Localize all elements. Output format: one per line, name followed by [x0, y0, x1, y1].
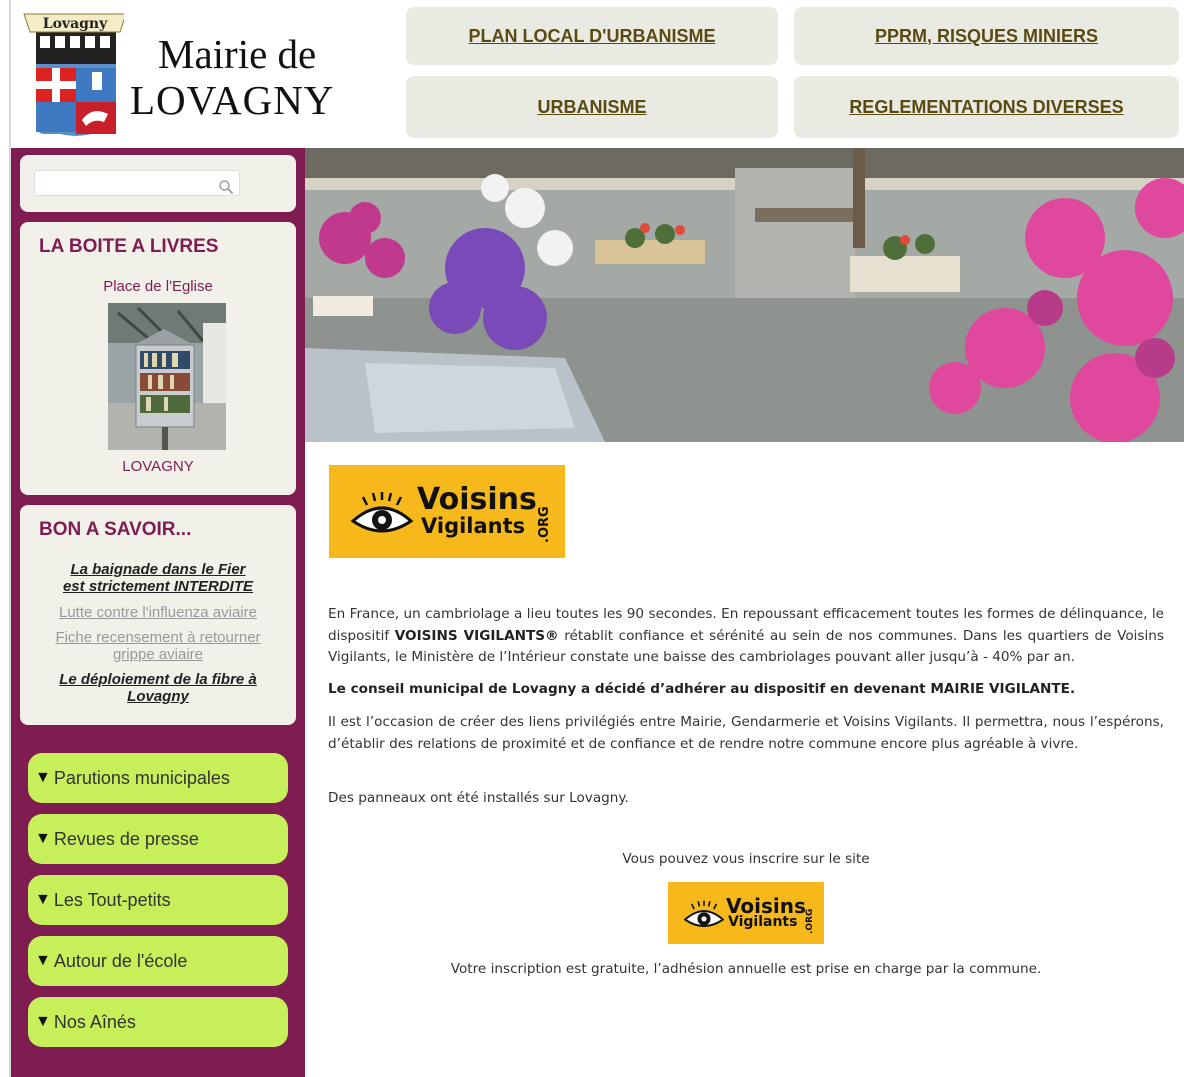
- boite-caption: LOVAGNY: [122, 458, 194, 475]
- intro-bold-text: VOISINS VIGILANTS®: [394, 627, 559, 644]
- logo-text-vigilants: Vigilants: [421, 514, 526, 538]
- search-input[interactable]: [34, 170, 240, 196]
- nav-link-reglementations-diverses[interactable]: REGLEMENTATIONS DIVERSES: [849, 97, 1123, 118]
- menu-label: Revues de presse: [53, 828, 199, 849]
- search-box: [20, 155, 296, 212]
- nav-box-urbanisme: URBANISME: [406, 76, 778, 138]
- news-link-baignade[interactable]: La baignade dans le Fier est strictement…: [48, 561, 268, 595]
- news-link-influenza[interactable]: Lutte contre l'influenza aviaire: [48, 604, 268, 621]
- logo-text-org: .ORG: [537, 506, 552, 543]
- nav-box-pprm: PPRM, RISQUES MINIERS: [794, 7, 1179, 65]
- book-box-photo[interactable]: [108, 303, 226, 450]
- news-link-fiche-recensement[interactable]: Fiche recensement à retourner grippe avi…: [48, 629, 268, 663]
- logo-text-vigilants: Vigilants: [728, 914, 798, 930]
- paragraph-decision: Le conseil municipal de Lovagny a décidé…: [328, 681, 1076, 697]
- news-line: Fiche recensement à retourner: [55, 629, 261, 646]
- triangle-down-icon: ▼: [35, 952, 51, 969]
- triangle-down-icon: ▼: [35, 830, 51, 847]
- search-icon[interactable]: [218, 179, 234, 195]
- news-line: La baignade dans le Fier: [70, 561, 246, 578]
- nav-box-plu: PLAN LOCAL D'URBANISME: [406, 7, 778, 65]
- triangle-down-icon: ▼: [35, 1013, 51, 1030]
- news-line: Lutte contre l'influenza aviaire: [59, 604, 257, 621]
- site-title-line1: Mairie de: [158, 31, 317, 77]
- news-line: est strictement INTERDITE: [62, 578, 254, 595]
- logo-text-org: .ORG: [805, 908, 815, 934]
- nav-link-urbanisme[interactable]: URBANISME: [537, 97, 646, 118]
- paragraph-panneaux: Des panneaux ont été installés sur Lovag…: [328, 790, 629, 806]
- bon-a-savoir-box: BON A SAVOIR... La baignade dans le Fier…: [20, 505, 296, 725]
- menu-label: Autour de l'école: [53, 950, 188, 971]
- boite-a-livres-title: LA BOITE A LIVRES: [39, 236, 219, 257]
- nav-box-reglementations: REGLEMENTATIONS DIVERSES: [794, 76, 1179, 138]
- news-line: Le déploiement de la fibre à: [59, 671, 257, 688]
- inscription-text: Vous pouvez vous inscrire sur le site: [622, 851, 870, 867]
- news-line: grippe aviaire: [112, 646, 204, 663]
- menu-autour-de-l-ecole[interactable]: ▼ Autour de l'école: [28, 936, 288, 986]
- paragraph-intro: En France, un cambriolage a lieu toutes …: [328, 604, 1164, 669]
- logo-text-voisins: Voisins: [417, 482, 537, 517]
- eye-icon: [683, 900, 725, 928]
- nav-link-pprm-risques-miniers[interactable]: PPRM, RISQUES MINIERS: [875, 26, 1098, 47]
- menu-revues-de-presse[interactable]: ▼ Revues de presse: [28, 814, 288, 864]
- lovagny-crest-icon: Lovagny: [23, 13, 124, 136]
- site-logo[interactable]: Lovagny Mairie de LOVAGNY: [18, 10, 398, 140]
- banner-photo-flowers-lavoir: [305, 148, 1184, 442]
- news-link-fibre[interactable]: Le déploiement de la fibre à Lovagny: [48, 671, 268, 705]
- sidebar: LA BOITE A LIVRES Place de l'Eglise LOVA…: [11, 148, 305, 1077]
- site-title-line2: LOVAGNY: [130, 77, 335, 123]
- logo-text-voisins: Voisins: [726, 894, 806, 918]
- voisins-vigilants-link-logo[interactable]: Voisins Vigilants .ORG: [668, 882, 824, 944]
- eye-icon: [350, 492, 414, 533]
- triangle-down-icon: ▼: [35, 891, 51, 908]
- gratuit-text: Votre inscription est gratuite, l’adhési…: [450, 961, 1042, 977]
- menu-label: Nos Aînés: [53, 1011, 136, 1032]
- triangle-down-icon: ▼: [35, 769, 51, 786]
- bon-a-savoir-title: BON A SAVOIR...: [39, 519, 192, 540]
- nav-link-plan-local-urbanisme[interactable]: PLAN LOCAL D'URBANISME: [469, 26, 716, 47]
- boite-place-label: Place de l'Eglise: [103, 278, 213, 295]
- menu-label: Les Tout-petits: [53, 889, 171, 910]
- menu-label: Parutions municipales: [53, 767, 230, 788]
- news-line: Lovagny: [127, 688, 189, 705]
- menu-parutions-municipales[interactable]: ▼ Parutions municipales: [28, 753, 288, 803]
- menu-les-tout-petits[interactable]: ▼ Les Tout-petits: [28, 875, 288, 925]
- paragraph-liens: Il est l’occasion de créer des liens pri…: [328, 714, 1164, 752]
- menu-nos-aines[interactable]: ▼ Nos Aînés: [28, 997, 288, 1047]
- voisins-vigilants-logo[interactable]: Voisins Vigilants .ORG: [329, 465, 565, 558]
- crest-banner-text: Lovagny: [43, 16, 108, 32]
- boite-a-livres-box: LA BOITE A LIVRES Place de l'Eglise LOVA…: [20, 222, 296, 495]
